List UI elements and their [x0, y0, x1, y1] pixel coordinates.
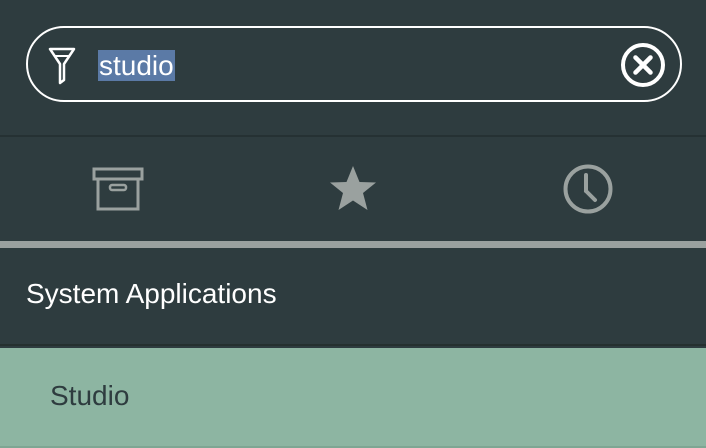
result-item[interactable]: Studio — [0, 348, 706, 446]
filter-input[interactable]: studio — [98, 48, 608, 84]
navigator-tabs — [0, 137, 706, 241]
section-header: System Applications — [0, 248, 706, 346]
archive-box-icon — [92, 167, 144, 211]
section-title: System Applications — [26, 278, 277, 309]
filter-input-container[interactable]: studio — [26, 26, 682, 102]
star-icon — [329, 166, 376, 210]
tab-favorites[interactable] — [235, 137, 470, 241]
clear-filter-button[interactable] — [620, 42, 666, 88]
filter-icon — [48, 47, 76, 85]
filter-bar: studio — [0, 0, 706, 135]
tab-history[interactable] — [471, 137, 706, 241]
result-item-label: Studio — [50, 380, 130, 411]
application-navigator: studio System Applications Studio — [0, 0, 706, 448]
tab-all-applications[interactable] — [0, 137, 235, 241]
clock-icon — [563, 164, 613, 214]
active-tab-indicator — [0, 241, 706, 248]
filter-input-value: studio — [98, 50, 175, 81]
